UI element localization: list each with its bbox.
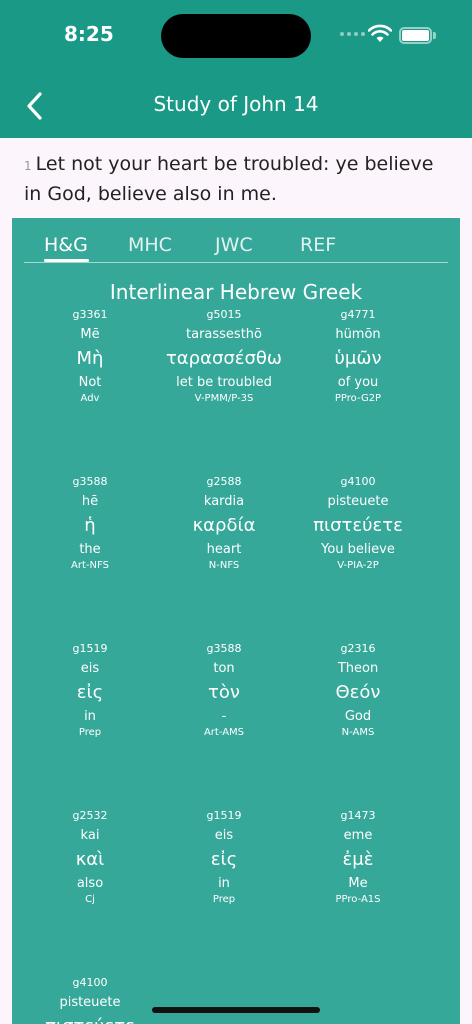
word-strongs: g4100 xyxy=(72,976,108,989)
word-translit: Theon xyxy=(337,661,379,676)
word-strongs: g4100 xyxy=(340,475,376,488)
word-translit: tarassesthō xyxy=(186,327,262,342)
interlinear-word[interactable]: g1519 eis εἰς in Prep xyxy=(15,642,165,740)
word-english: of you xyxy=(337,375,379,390)
word-greek: πιστεύετε xyxy=(313,515,403,536)
interlinear-word[interactable]: g2588 kardia καρδία heart N-NFS xyxy=(149,475,299,573)
word-strongs: g3588 xyxy=(206,642,242,655)
tab-jwc[interactable]: JWC xyxy=(215,234,253,256)
tab-ref[interactable]: REF xyxy=(300,234,336,256)
tab-bar: H&G MHC JWC REF xyxy=(24,218,448,263)
word-morph: N-AMS xyxy=(341,727,375,738)
word-translit: pisteuete xyxy=(59,995,121,1010)
word-translit: hümōn xyxy=(335,327,381,342)
word-strongs: g2532 xyxy=(72,809,108,822)
word-english: - xyxy=(221,709,227,724)
header-bar: 8:25 Study of John 14 xyxy=(0,0,472,138)
verse-text: Let not your heart be troubled: ye belie… xyxy=(24,153,434,205)
word-greek: πιστεύετε xyxy=(15,1014,165,1024)
word-translit: pisteuete xyxy=(327,494,389,509)
word-strongs: g3588 xyxy=(72,475,108,488)
word-greek: καρδία xyxy=(192,515,256,536)
word-morph: Prep xyxy=(212,894,236,905)
word-morph: V-PMM/P-3S xyxy=(194,393,254,404)
interlinear-word[interactable]: g2316 Theon Θεόν God N-AMS xyxy=(283,642,433,740)
tab-hg[interactable]: H&G xyxy=(44,234,88,256)
word-morph: Cj xyxy=(85,894,95,905)
interlinear-title: Interlinear Hebrew Greek xyxy=(109,280,363,304)
active-tab-indicator xyxy=(44,259,89,262)
word-greek: εἰς xyxy=(210,849,238,870)
word-english: God xyxy=(344,709,372,724)
interlinear-word[interactable]: g5015 tarassesthō ταρασσέσθω let be trouble… xyxy=(149,308,299,406)
interlinear-word[interactable]: g3588 ton τὸν - Art-AMS xyxy=(149,642,299,740)
word-english: in xyxy=(218,876,230,891)
word-morph: V-PIA-2P xyxy=(337,560,379,571)
word-english: You believe xyxy=(321,542,395,557)
battery-icon xyxy=(399,27,432,44)
verse-number: 1 xyxy=(24,159,32,173)
word-strongs: g3361 xyxy=(72,308,108,321)
word-english: Me xyxy=(348,876,368,891)
battery-tip xyxy=(433,32,436,39)
word-greek: ἡ xyxy=(84,515,96,536)
word-translit: eme xyxy=(343,828,373,843)
page-title: Study of John 14 xyxy=(153,92,319,116)
word-greek: τὸν xyxy=(208,682,240,703)
word-greek: εἰς xyxy=(76,682,104,703)
word-english: let be troubled xyxy=(176,375,272,390)
word-translit: hē xyxy=(81,494,99,509)
home-indicator xyxy=(152,1007,320,1013)
status-time: 8:25 xyxy=(64,22,114,46)
wifi-icon xyxy=(368,24,392,42)
word-english: in xyxy=(84,709,96,724)
tab-mhc[interactable]: MHC xyxy=(128,234,172,256)
word-greek: καὶ xyxy=(75,849,105,870)
word-translit: kai xyxy=(80,828,100,843)
word-translit: Mē xyxy=(80,327,100,342)
verse-text-block: 1 Let not your heart be troubled: ye beli… xyxy=(24,150,454,208)
word-translit: kardia xyxy=(203,494,245,509)
word-strongs: g2588 xyxy=(206,475,242,488)
interlinear-word[interactable]: g1473 eme ἐμὲ Me PPro-A1S xyxy=(283,809,433,907)
word-morph: Adv xyxy=(80,393,100,404)
word-greek: Μὴ xyxy=(76,348,104,369)
cellular-signal-icon xyxy=(340,32,365,36)
word-english: the xyxy=(79,542,101,557)
dynamic-island xyxy=(161,14,311,58)
interlinear-word[interactable]: g4100 pisteuete πιστεύετε xyxy=(15,976,165,1024)
word-english: heart xyxy=(206,542,242,557)
interlinear-word[interactable]: g4100 pisteuete πιστεύετε You believe V-PIA-… xyxy=(283,475,433,573)
interlinear-word[interactable]: g2532 kai καὶ also Cj xyxy=(15,809,165,907)
word-morph: Art-NFS xyxy=(71,560,109,571)
word-strongs: g1519 xyxy=(206,809,242,822)
word-strongs: g5015 xyxy=(206,308,242,321)
word-strongs: g4771 xyxy=(340,308,376,321)
word-greek: Θεόν xyxy=(335,682,381,703)
word-translit: eis xyxy=(80,661,100,676)
word-greek: ταρασσέσθω xyxy=(165,348,283,369)
study-panel: H&G MHC JWC REF Interlinear Hebrew Greek… xyxy=(12,218,460,1024)
word-strongs: g2316 xyxy=(340,642,376,655)
interlinear-word[interactable]: g3361 Mē Μὴ Not Adv xyxy=(15,308,165,406)
word-morph: N-NFS xyxy=(208,560,240,571)
word-translit: ton xyxy=(213,661,235,676)
word-greek: ἐμὲ xyxy=(342,849,374,870)
word-morph: PPro-A1S xyxy=(335,894,381,905)
word-english: also xyxy=(76,876,104,891)
word-morph: PPro-G2P xyxy=(334,393,382,404)
interlinear-word[interactable]: g4771 hümōn ὑμῶν of you PPro-G2P xyxy=(283,308,433,406)
word-translit: eis xyxy=(214,828,234,843)
word-morph: Art-AMS xyxy=(203,727,245,738)
word-morph: Prep xyxy=(78,727,102,738)
word-greek: ὑμῶν xyxy=(334,348,382,369)
word-strongs: g1519 xyxy=(72,642,108,655)
word-strongs: g1473 xyxy=(340,809,376,822)
word-english: Not xyxy=(78,375,102,390)
interlinear-word[interactable]: g3588 hē ἡ the Art-NFS xyxy=(15,475,165,573)
interlinear-word[interactable]: g1519 eis εἰς in Prep xyxy=(149,809,299,907)
